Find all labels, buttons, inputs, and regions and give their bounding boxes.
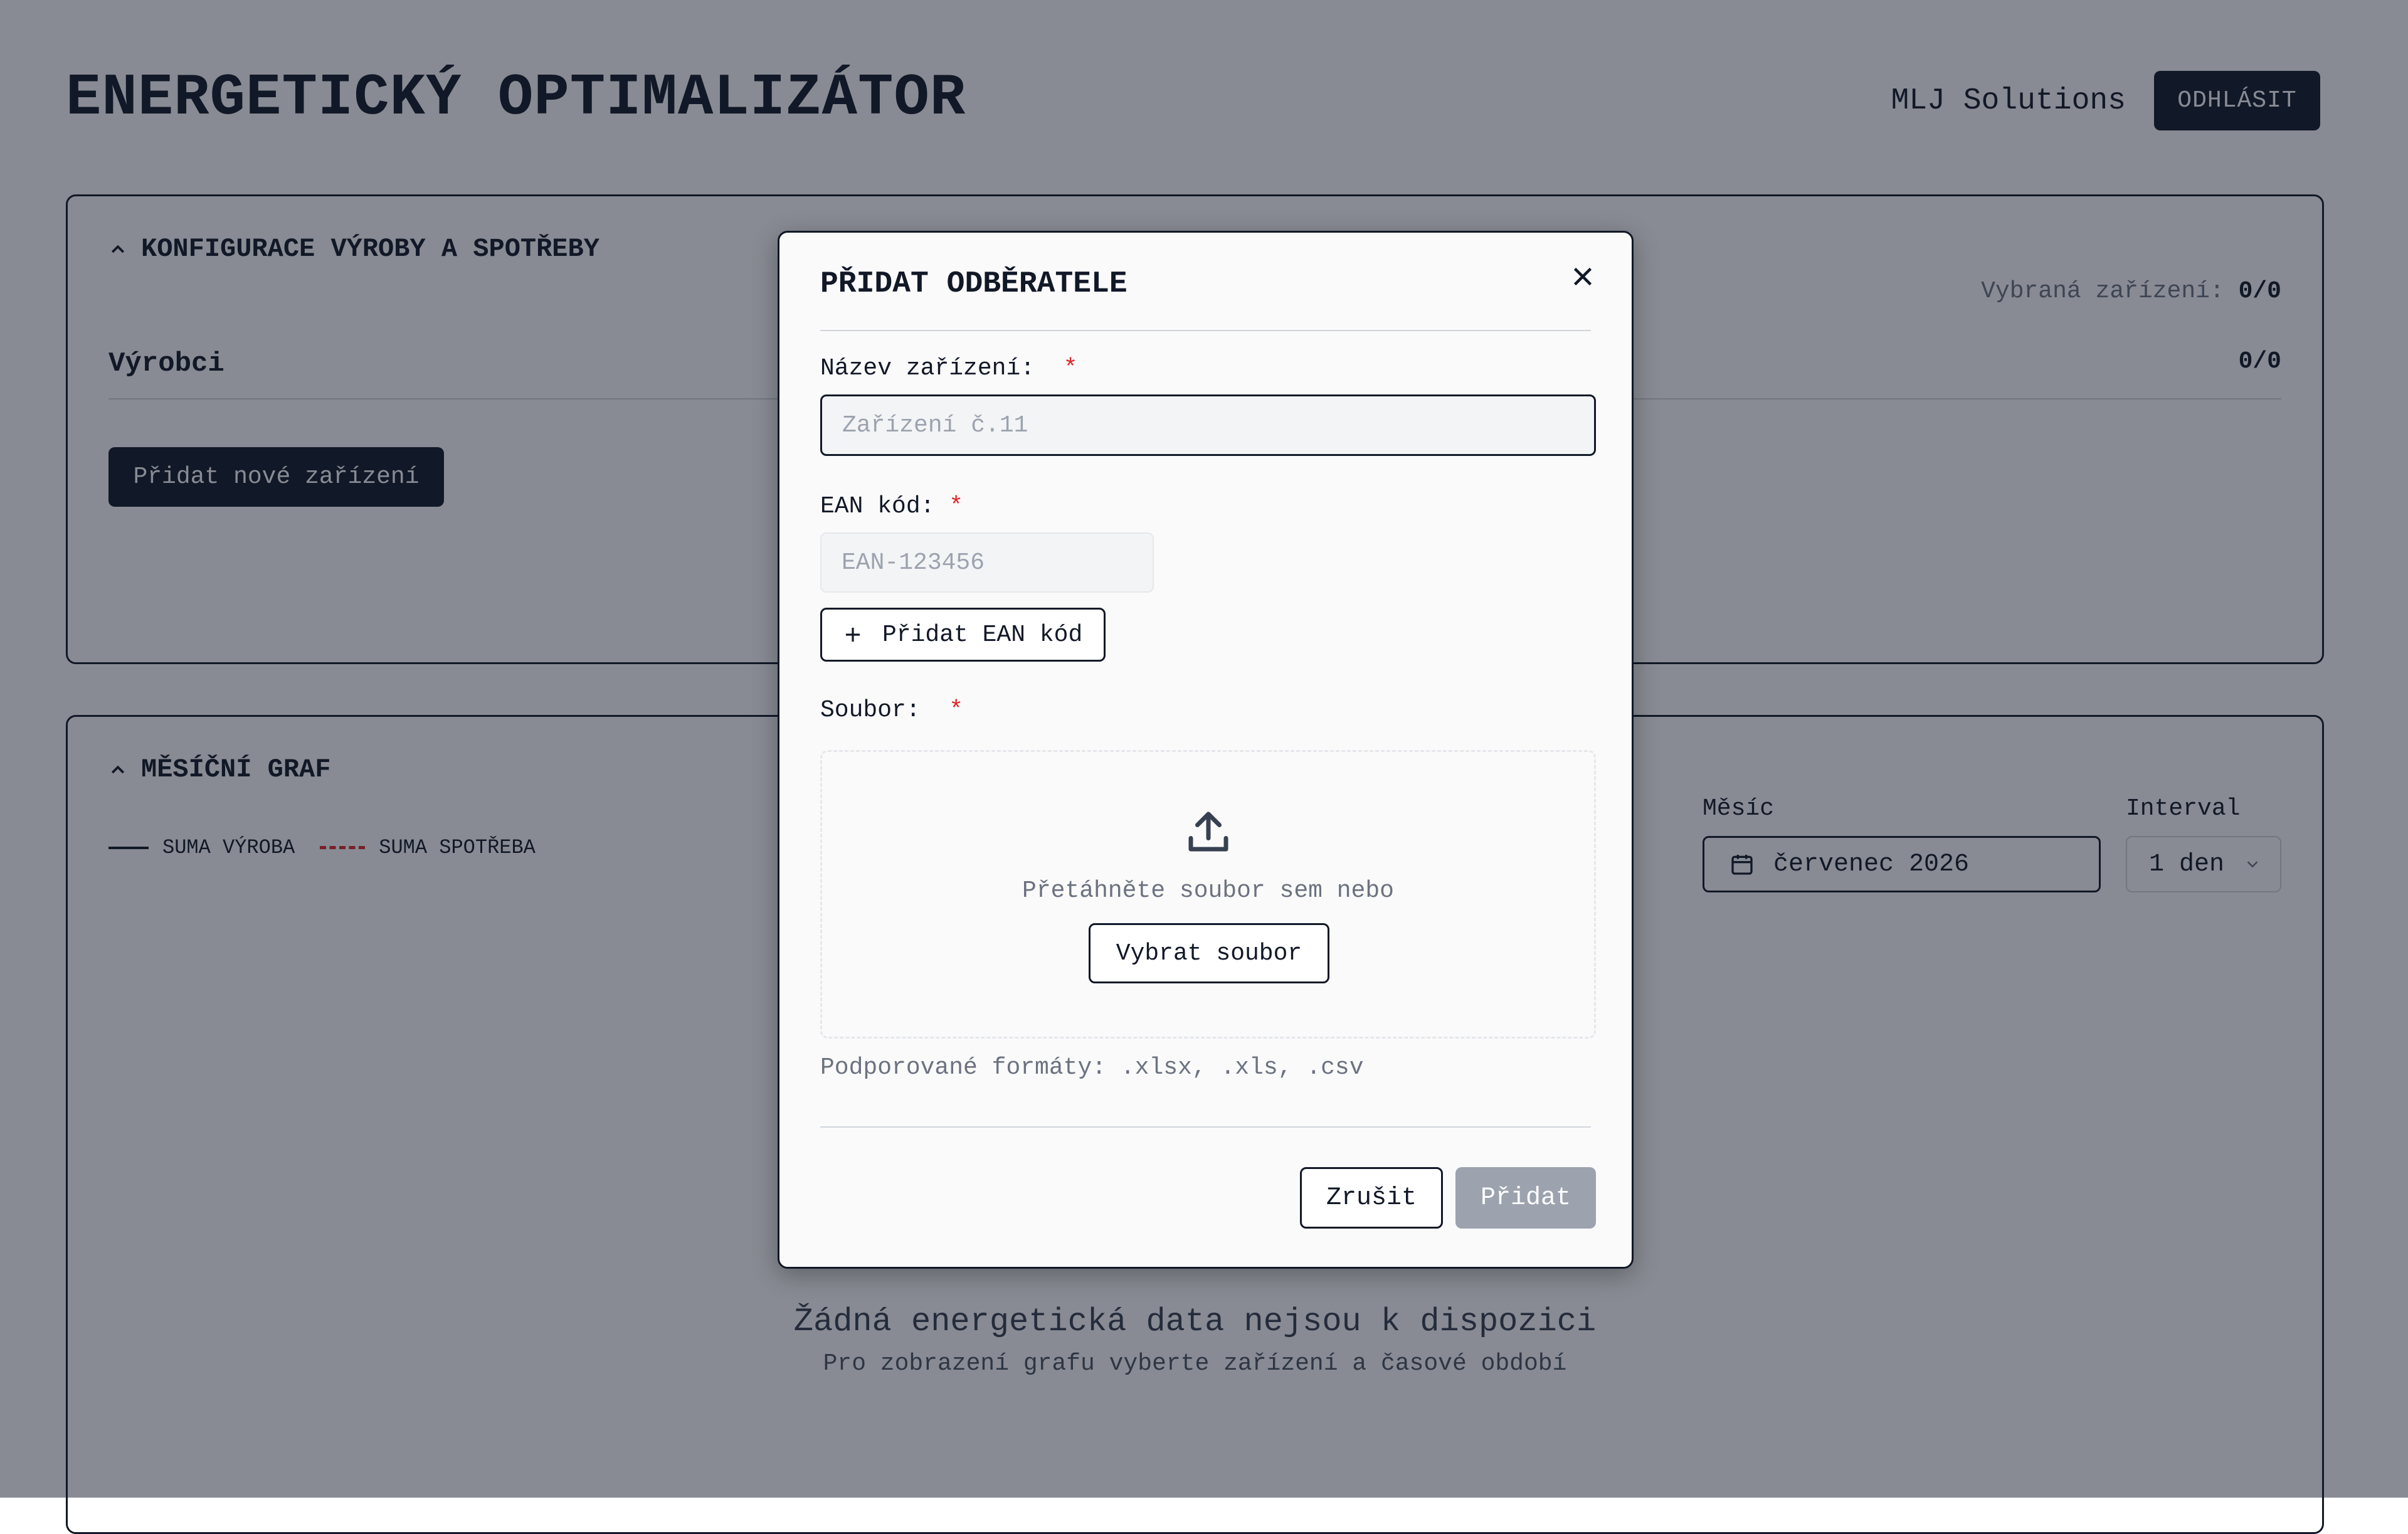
device-name-input[interactable]: [820, 394, 1596, 456]
dialog-header-divider: [820, 330, 1591, 331]
file-label-text: Soubor:: [820, 697, 921, 724]
ean-input[interactable]: [820, 532, 1154, 593]
add-consumer-dialog: PŘIDAT ODBĚRATELE Název zařízení: * EAN …: [778, 231, 1634, 1269]
add-ean-label: Přidat EAN kód: [882, 621, 1083, 648]
dialog-title: PŘIDAT ODBĚRATELE: [820, 267, 1127, 301]
plus-icon: [845, 627, 860, 642]
drop-text: Přetáhněte soubor sem nebo: [1022, 877, 1394, 904]
close-button[interactable]: [1564, 258, 1602, 295]
required-mark: *: [1063, 355, 1078, 382]
file-label: Soubor: *: [820, 697, 963, 724]
device-name-label: Název zařízení: *: [820, 355, 1077, 382]
required-mark: *: [949, 493, 964, 520]
cancel-button[interactable]: Zrušit: [1300, 1167, 1443, 1229]
submit-button[interactable]: Přidat: [1455, 1167, 1596, 1229]
required-mark: *: [949, 697, 964, 724]
upload-icon: [1188, 812, 1228, 852]
close-icon: [1573, 267, 1592, 286]
add-ean-button[interactable]: Přidat EAN kód: [820, 608, 1106, 662]
dialog-footer-divider: [820, 1126, 1591, 1128]
ean-label-text: EAN kód:: [820, 493, 935, 520]
file-dropzone[interactable]: Přetáhněte soubor sem nebo Vybrat soubor: [820, 750, 1596, 1039]
device-name-label-text: Název zařízení:: [820, 355, 1035, 382]
choose-file-button[interactable]: Vybrat soubor: [1089, 923, 1329, 983]
ean-label: EAN kód: *: [820, 493, 963, 520]
supported-formats: Podporované formáty: .xlsx, .xls, .csv: [820, 1054, 1364, 1081]
